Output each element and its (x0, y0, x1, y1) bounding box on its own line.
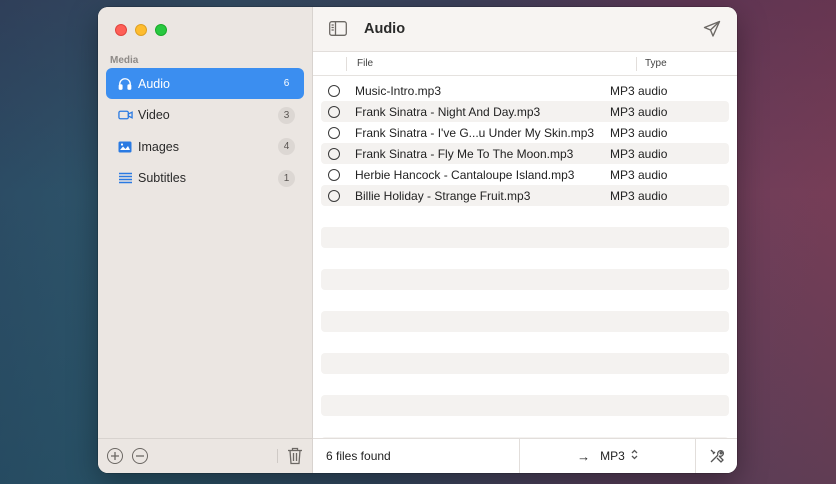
plus-icon (111, 452, 119, 460)
file-name: Billie Holiday - Strange Fruit.mp3 (355, 188, 531, 203)
file-type: MP3 audio (610, 188, 668, 203)
empty-row (321, 227, 729, 248)
table-row[interactable]: Billie Holiday - Strange Fruit.mp3 MP3 a… (321, 185, 729, 206)
trash-button[interactable] (287, 447, 303, 465)
empty-row (321, 248, 729, 269)
status-bar: 6 files found → MP3 (313, 438, 737, 473)
table-row[interactable]: Herbie Hancock - Cantaloupe Island.mp3 M… (321, 164, 729, 185)
file-type: MP3 audio (610, 167, 668, 182)
column-header-type[interactable]: Type (636, 56, 667, 71)
row-radio[interactable] (328, 189, 340, 202)
output-format-selector[interactable]: → MP3 (520, 438, 696, 473)
sidebar-item-label: Video (138, 108, 170, 122)
headphones-icon (117, 76, 133, 92)
main-panel: Audio File Type Music-Intro.mp3 MP3 audi… (313, 7, 737, 473)
column-header-file[interactable]: File (346, 56, 636, 71)
sidebar-section-label: Media (110, 55, 139, 66)
send-button[interactable] (703, 20, 721, 38)
table-row[interactable]: Frank Sinatra - I've G...u Under My Skin… (321, 122, 729, 143)
file-name: Frank Sinatra - Night And Day.mp3 (355, 104, 541, 119)
file-name: Music-Intro.mp3 (355, 83, 442, 98)
photo-icon (117, 139, 133, 155)
zoom-window-button[interactable] (155, 24, 167, 36)
sidebar-toggle-icon (329, 21, 347, 36)
close-window-button[interactable] (115, 24, 127, 36)
table-row[interactable]: Frank Sinatra - Night And Day.mp3 MP3 au… (321, 101, 729, 122)
item-count-badge: 4 (278, 138, 295, 155)
sidebar-item-label: Subtitles (138, 171, 186, 185)
trash-icon (288, 447, 302, 465)
arrow-right-icon: → (577, 448, 591, 464)
file-table: Music-Intro.mp3 MP3 audio Frank Sinatra … (313, 76, 737, 438)
add-button[interactable] (107, 448, 123, 464)
chevron-up-down-icon (631, 449, 638, 463)
row-radio[interactable] (328, 84, 340, 97)
sidebar: Media Audio 6 Video 3 Images 4 Subtitles… (98, 7, 313, 473)
toggle-sidebar-button[interactable] (329, 21, 349, 37)
sidebar-footer (98, 438, 312, 473)
empty-row (321, 416, 729, 437)
row-radio[interactable] (328, 105, 340, 118)
empty-row (321, 311, 729, 332)
minimize-window-button[interactable] (135, 24, 147, 36)
sidebar-item-subtitles[interactable]: Subtitles 1 (106, 163, 304, 194)
tools-button[interactable] (696, 448, 737, 464)
file-type: MP3 audio (610, 125, 668, 140)
item-count-badge: 1 (278, 169, 295, 187)
empty-row (321, 332, 729, 353)
file-type: MP3 audio (610, 146, 668, 161)
empty-row (321, 206, 729, 227)
window-controls (115, 24, 167, 36)
sidebar-item-video[interactable]: Video 3 (106, 100, 304, 131)
sidebar-item-audio[interactable]: Audio 6 (106, 68, 304, 99)
output-format-value: MP3 (600, 449, 625, 463)
row-radio[interactable] (328, 168, 340, 181)
item-count-badge: 3 (278, 106, 295, 124)
footer-divider (277, 449, 278, 463)
minus-icon (136, 455, 144, 457)
file-name: Herbie Hancock - Cantaloupe Island.mp3 (355, 167, 575, 182)
text-lines-icon (117, 170, 133, 186)
file-type: MP3 audio (610, 83, 668, 98)
files-found-label: 6 files found (313, 438, 520, 473)
empty-row (321, 290, 729, 311)
remove-button[interactable] (132, 448, 148, 464)
page-title: Audio (364, 21, 406, 37)
sidebar-item-label: Audio (138, 76, 170, 91)
table-row[interactable]: Music-Intro.mp3 MP3 audio (321, 80, 729, 101)
toolbar: Audio (313, 7, 737, 52)
paper-plane-icon (703, 20, 721, 37)
table-header: File Type (313, 52, 737, 76)
empty-row (321, 395, 729, 416)
video-camera-icon (117, 107, 133, 123)
row-radio[interactable] (328, 126, 340, 139)
file-type: MP3 audio (610, 104, 668, 119)
empty-row (321, 269, 729, 290)
file-name: Frank Sinatra - I've G...u Under My Skin… (355, 125, 595, 140)
item-count-badge: 6 (283, 78, 290, 89)
sidebar-list: Audio 6 Video 3 Images 4 Subtitles 1 (106, 68, 304, 194)
app-window: Media Audio 6 Video 3 Images 4 Subtitles… (98, 7, 737, 473)
tools-icon (710, 449, 724, 463)
empty-row (321, 374, 729, 395)
file-name: Frank Sinatra - Fly Me To The Moon.mp3 (355, 146, 574, 161)
sidebar-item-images[interactable]: Images 4 (106, 131, 304, 162)
table-row[interactable]: Frank Sinatra - Fly Me To The Moon.mp3 M… (321, 143, 729, 164)
row-radio[interactable] (328, 147, 340, 160)
empty-row (321, 353, 729, 374)
sidebar-item-label: Images (138, 139, 179, 154)
